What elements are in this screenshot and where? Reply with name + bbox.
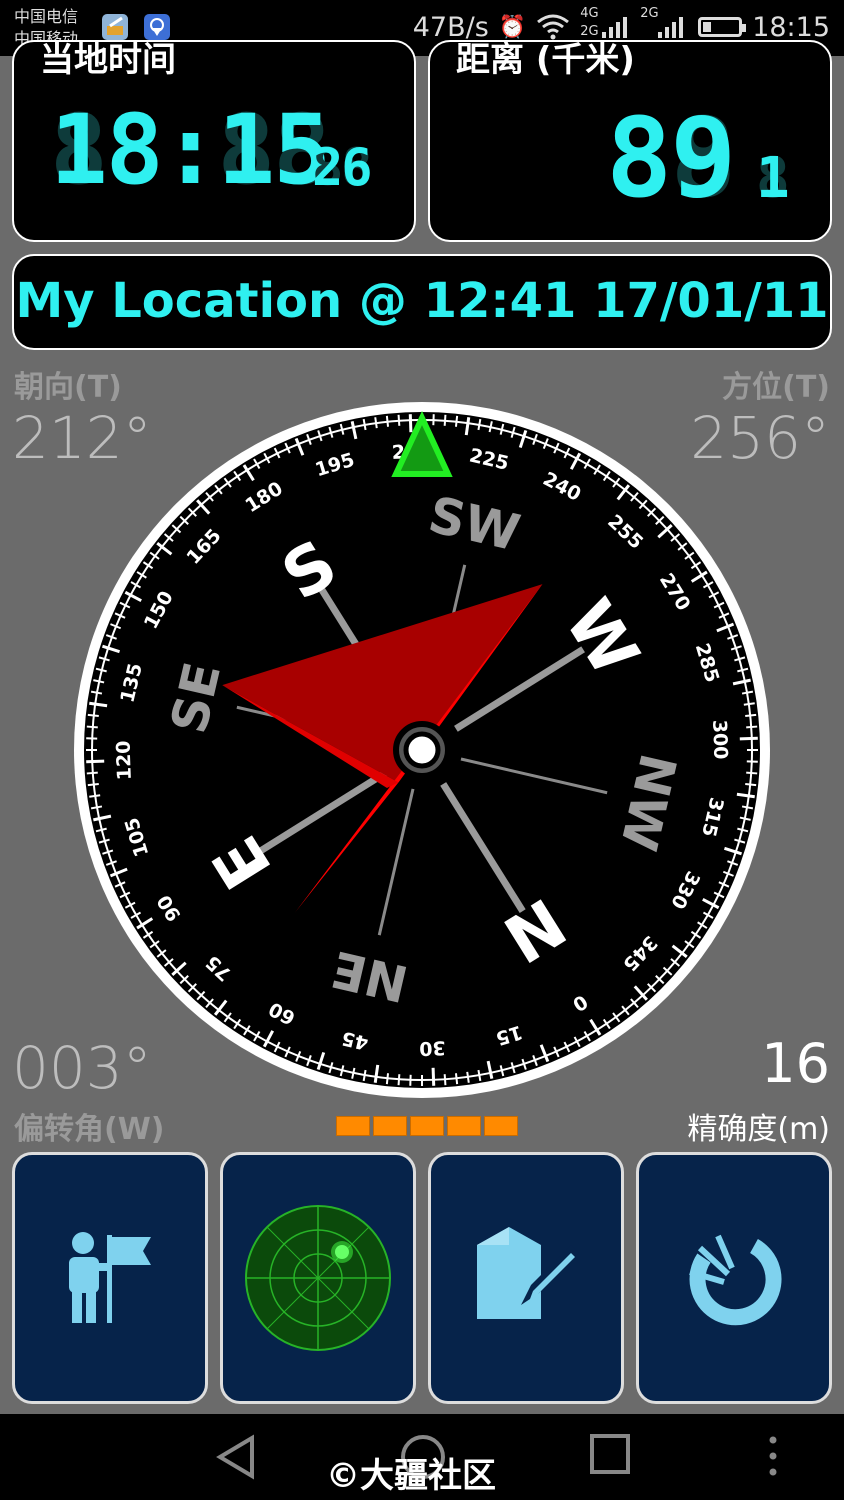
dial-tick xyxy=(443,414,447,426)
dial-tick xyxy=(454,1073,459,1085)
waypoint-button[interactable] xyxy=(12,1152,208,1404)
network-2-label: 2G xyxy=(640,6,659,21)
dial-tick xyxy=(443,1074,447,1086)
wifi-icon xyxy=(537,14,570,40)
dial-tick xyxy=(86,725,98,729)
edit-button[interactable] xyxy=(428,1152,624,1404)
dial-tick xyxy=(86,759,105,764)
dial-tick xyxy=(87,782,99,787)
distance-unit-digit: 1 xyxy=(756,146,790,211)
accuracy-bar-segment xyxy=(410,1116,444,1136)
alarm-icon: ⏰ xyxy=(498,14,527,40)
local-time-panel: 当地时间 88:88 18:15 88 26 xyxy=(12,40,416,242)
reset-button[interactable] xyxy=(636,1152,832,1404)
location-text: My Location @ 12:41 17/01/11 xyxy=(15,273,829,329)
needle-hub-inner xyxy=(403,731,441,769)
declination-value: 003° xyxy=(12,1034,152,1102)
cleaner-app-icon xyxy=(102,14,128,40)
accuracy-bar-segment xyxy=(373,1116,407,1136)
radar-button[interactable] xyxy=(220,1152,416,1404)
location-banner[interactable]: My Location @ 12:41 17/01/11 xyxy=(12,254,832,350)
signal-2-icon: 2G xyxy=(640,6,688,44)
dial-tick xyxy=(746,725,758,729)
action-tiles xyxy=(0,1152,844,1404)
dial-tick xyxy=(746,771,758,775)
dial-tick xyxy=(431,1067,436,1086)
compass-dial[interactable]: 0153045607590105120135150165180195210225… xyxy=(72,400,772,1100)
accuracy-value: 16 xyxy=(761,1032,830,1095)
distance-label: 距离 (千米) xyxy=(456,40,635,80)
distance-value: 89 xyxy=(606,94,736,222)
dial-degree-label: 120 xyxy=(112,740,135,780)
watermark: ©大疆社区 xyxy=(326,1456,496,1496)
dial-tick xyxy=(385,1073,390,1085)
carrier-1: 中国电信 xyxy=(14,7,79,26)
local-time-seconds: 26 xyxy=(312,138,373,198)
dial-tick xyxy=(86,771,98,775)
person-flag-icon xyxy=(69,1232,151,1323)
dial-tick xyxy=(87,713,99,718)
location-app-icon xyxy=(144,14,170,40)
dial-degree-label: 30 xyxy=(419,1036,446,1059)
refresh-icon xyxy=(689,1234,782,1326)
dial-tick xyxy=(408,414,413,433)
net-speed: 47B/s xyxy=(412,11,489,43)
signal-1-icon: 4G 2G xyxy=(580,6,630,44)
accuracy-bar-segment xyxy=(447,1116,481,1136)
network-1-label: 4G xyxy=(580,6,599,21)
status-right: 47B/s ⏰ 4G 2G 2G 18:15 xyxy=(412,6,830,44)
distance-panel: 距离 (千米) 88 89 8 1 xyxy=(428,40,832,242)
accuracy-bar-segment xyxy=(484,1116,518,1136)
menu-icon[interactable] xyxy=(766,1434,780,1480)
dial-tick xyxy=(385,415,390,427)
accuracy-label: 精确度(m) xyxy=(687,1112,830,1147)
back-icon[interactable] xyxy=(214,1434,258,1480)
dial-tick xyxy=(745,713,757,718)
dial-degree-label: 300 xyxy=(708,719,731,759)
dial-tick xyxy=(454,415,459,427)
network-1b-label: 2G xyxy=(580,24,599,39)
accuracy-bar-segment xyxy=(336,1116,370,1136)
dial-tick xyxy=(397,414,401,426)
dial-tick xyxy=(745,782,757,787)
declination-label: 偏转角(W) xyxy=(14,1112,165,1147)
status-time: 18:15 xyxy=(752,11,830,43)
battery-icon xyxy=(698,17,747,37)
local-time-value: 18:15 xyxy=(50,94,331,206)
recent-apps-icon[interactable] xyxy=(590,1434,630,1474)
edit-note-icon xyxy=(477,1227,579,1319)
accuracy-bars xyxy=(336,1116,518,1136)
dial-tick xyxy=(397,1074,401,1086)
dial-tick xyxy=(739,736,758,741)
radar-icon xyxy=(245,1205,391,1351)
local-time-label: 当地时间 xyxy=(40,40,176,80)
